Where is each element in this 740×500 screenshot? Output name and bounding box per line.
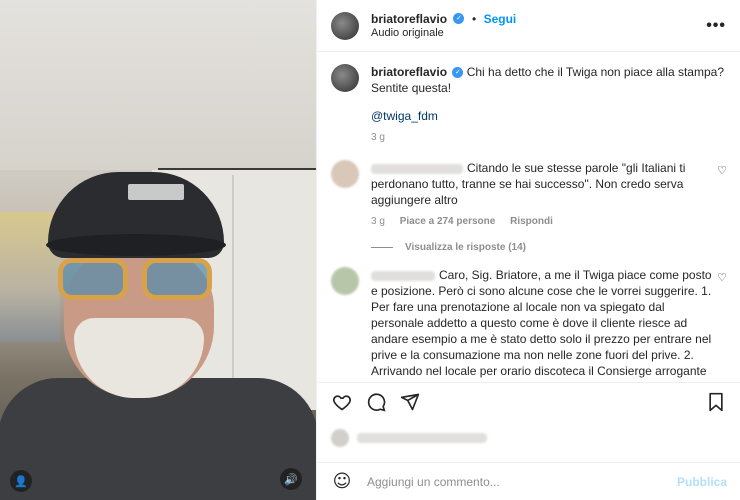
caption-time: 3 g	[371, 132, 385, 143]
commenter-username-blurred[interactable]	[371, 270, 435, 281]
comment-like-heart-icon[interactable]: ♡	[713, 271, 727, 382]
likes-summary[interactable]	[331, 424, 727, 452]
verified-badge-icon: ✓	[453, 12, 465, 24]
view-replies-button[interactable]: Visualizza le risposte (14)	[371, 242, 727, 253]
caption-body: briatoreflavio ✓ Chi ha detto che il Twi…	[371, 64, 727, 146]
caption: briatoreflavio ✓ Chi ha detto che il Twi…	[331, 64, 727, 146]
caption-meta: 3 g	[371, 130, 727, 146]
caption-mention-link[interactable]: @twiga_fdm	[371, 109, 438, 123]
video-person-glasses	[58, 258, 218, 302]
video-background-wall	[0, 0, 316, 170]
share-paper-plane-icon[interactable]	[399, 391, 421, 413]
instagram-post-modal: 👤 🔊 briatoreflavio ✓ • Segui Audio origi…	[0, 0, 740, 500]
emoji-picker-icon[interactable]: ☺	[331, 471, 353, 492]
comment-body: Citando le sue stesse parole "gli Italia…	[371, 160, 713, 230]
caption-username[interactable]: briatoreflavio	[371, 65, 447, 79]
commenter-avatar[interactable]	[331, 267, 359, 295]
separator-dot: •	[471, 11, 477, 26]
post-side-panel: briatoreflavio ✓ • Segui Audio originale…	[316, 0, 740, 500]
comment-body: Caro, Sig. Briatore, a me il Twiga piace…	[371, 267, 713, 382]
comment-bubble-icon[interactable]	[365, 391, 387, 413]
more-options-icon[interactable]: •••	[706, 17, 726, 35]
author-username[interactable]: briatoreflavio	[371, 12, 447, 26]
like-heart-icon[interactable]	[331, 391, 353, 413]
audio-label[interactable]: Audio originale	[371, 26, 516, 40]
cap-logo	[128, 184, 184, 200]
liker-avatar	[331, 429, 349, 447]
video-player[interactable]: 👤 🔊	[0, 0, 316, 500]
video-person-cap-brim	[46, 234, 226, 256]
replies-line	[371, 246, 393, 248]
publish-button[interactable]: Pubblica	[677, 475, 727, 489]
caption-avatar[interactable]	[331, 64, 359, 92]
commenter-avatar[interactable]	[331, 160, 359, 188]
commenter-username-blurred[interactable]	[371, 163, 463, 174]
author-meta: briatoreflavio ✓ • Segui Audio originale	[371, 12, 516, 40]
volume-icon[interactable]: 🔊	[280, 468, 302, 490]
likes-text-blurred	[357, 433, 487, 443]
post-actions-bar	[317, 382, 740, 420]
verified-badge-icon: ✓	[452, 67, 464, 79]
post-header: briatoreflavio ✓ • Segui Audio originale…	[317, 0, 740, 52]
glasses-lens-right	[142, 258, 212, 300]
tagged-user-icon[interactable]: 👤	[10, 470, 32, 492]
comment-like-heart-icon[interactable]: ♡	[713, 164, 727, 230]
comment-likes[interactable]: Piace a 274 persone	[400, 216, 496, 227]
save-bookmark-icon[interactable]	[705, 391, 727, 413]
comment-text: Caro, Sig. Briatore, a me il Twiga piace…	[371, 268, 712, 382]
comment-meta: 3 g Piace a 274 persone Rispondi	[371, 214, 713, 230]
follow-button[interactable]: Segui	[484, 12, 517, 26]
comment-time: 3 g	[371, 216, 385, 227]
comment-item: Citando le sue stesse parole "gli Italia…	[331, 160, 727, 230]
video-person	[0, 168, 316, 500]
glasses-lens-left	[58, 258, 128, 300]
view-replies-label: Visualizza le risposte (14)	[405, 242, 526, 253]
author-avatar[interactable]	[331, 11, 359, 40]
add-comment-bar: ☺ Pubblica	[317, 462, 740, 500]
comment-item: Caro, Sig. Briatore, a me il Twiga piace…	[331, 267, 727, 382]
comment-input[interactable]	[367, 474, 677, 489]
comments-list[interactable]: briatoreflavio ✓ Chi ha detto che il Twi…	[317, 52, 740, 382]
reply-button[interactable]: Rispondi	[510, 216, 553, 227]
